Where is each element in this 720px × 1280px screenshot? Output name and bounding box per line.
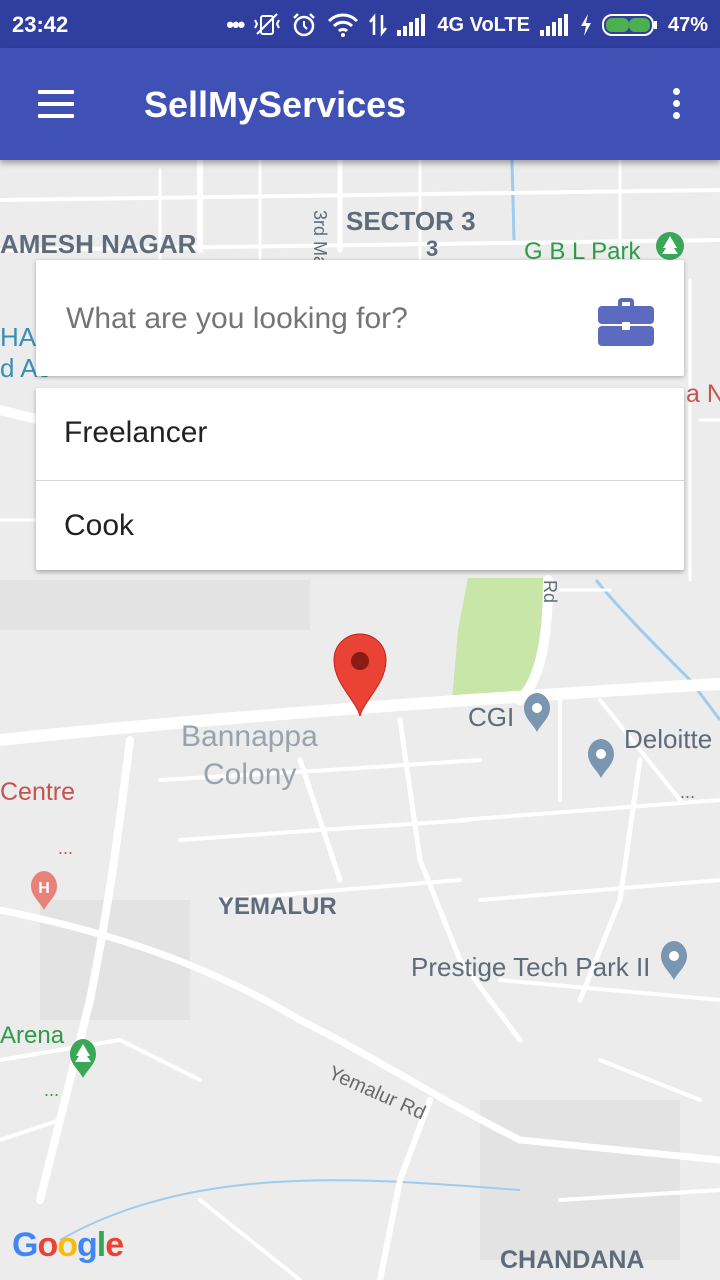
suggestion-label: Cook xyxy=(64,509,135,542)
status-bar: 23:42 ••• 4G VoLTE 47% xyxy=(0,0,720,48)
status-time: 23:42 xyxy=(12,12,69,37)
hamburger-menu-icon[interactable] xyxy=(26,78,82,130)
map-label-chandana: CHANDANA xyxy=(500,1246,645,1274)
battery-icon xyxy=(601,14,657,36)
search-card xyxy=(36,260,684,376)
map-label-dots-2: ... xyxy=(58,838,74,858)
map-label-sector-sub: 3 xyxy=(426,236,439,261)
signal-2-icon xyxy=(539,14,568,36)
overflow-menu-icon[interactable] xyxy=(656,82,696,126)
map-label-deloitte: Deloitte xyxy=(624,724,713,754)
battery-percent: 47% xyxy=(667,13,708,36)
more-dots-icon: ••• xyxy=(226,12,245,37)
map-label-colony: Colony xyxy=(203,758,297,791)
svg-text:H: H xyxy=(38,880,50,897)
map-label-yemalur: YEMALUR xyxy=(218,893,337,920)
map-label-sector: SECTOR 3 xyxy=(346,206,476,236)
map-label-cgi: CGI xyxy=(468,702,515,732)
map-label-bannappa: Bannappa xyxy=(181,720,318,753)
suggestion-item-cook[interactable]: Cook xyxy=(36,481,684,571)
charging-icon xyxy=(580,14,591,36)
network-type: 4G VoLTE xyxy=(437,13,530,36)
map-label-centre: Centre xyxy=(0,778,76,806)
suggestion-item-freelancer[interactable]: Freelancer xyxy=(36,388,684,478)
suggestions-dropdown: Freelancer Cook xyxy=(36,388,684,570)
suggestion-label: Freelancer xyxy=(64,416,208,449)
app-bar: SellMyServices xyxy=(0,48,720,160)
vibrate-off-icon xyxy=(254,13,281,35)
map-label-rd: Rd xyxy=(540,580,560,604)
map-label-dots-1: ... xyxy=(680,782,696,802)
google-logo: Google xyxy=(12,1226,124,1264)
signal-icon xyxy=(397,14,426,36)
search-input[interactable] xyxy=(64,290,588,348)
app-title: SellMyServices xyxy=(144,84,407,125)
map-label-na-n: a N xyxy=(686,380,720,408)
wifi-icon xyxy=(328,13,359,37)
map-label-3rd-main: 3rd Ma xyxy=(310,210,330,267)
data-transfer-icon xyxy=(369,13,388,37)
briefcase-icon[interactable] xyxy=(596,296,656,348)
map-label-arena: Arena xyxy=(0,1022,65,1049)
map-label-dots-3: ... xyxy=(44,1080,60,1100)
map-label-prestige: Prestige Tech Park II xyxy=(411,952,651,982)
gbl-park-tree-icon[interactable] xyxy=(656,232,684,260)
map-label-ha: HA xyxy=(0,322,37,352)
alarm-icon xyxy=(293,13,316,37)
map-label-ramesh-nagar: AMESH NAGAR xyxy=(0,229,197,259)
